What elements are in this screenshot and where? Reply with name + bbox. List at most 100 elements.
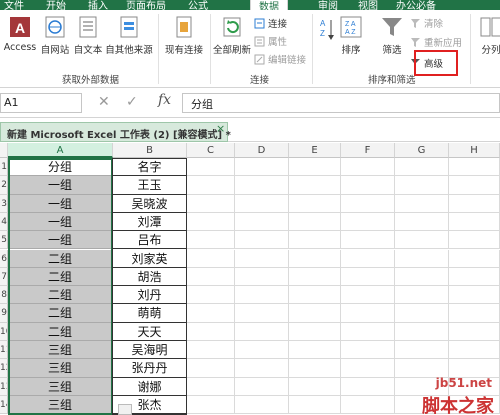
column-header-e[interactable]: E: [289, 143, 341, 158]
cell-b[interactable]: 天天: [113, 322, 187, 341]
tab-file[interactable]: 文件: [4, 0, 24, 10]
cell-a[interactable]: 三组: [8, 395, 113, 415]
row-header[interactable]: 7: [0, 267, 8, 287]
cancel-icon[interactable]: ✕: [98, 94, 110, 110]
cell-b[interactable]: 刘丹: [113, 286, 187, 305]
empty-cell[interactable]: [395, 322, 449, 341]
empty-cell[interactable]: [289, 359, 341, 378]
empty-cell[interactable]: [187, 304, 235, 323]
workbook-tab[interactable]: 新建 Microsoft Excel 工作表 (2) [兼容模式] *: [0, 122, 231, 142]
tab-review[interactable]: 审阅: [318, 0, 338, 10]
empty-cell[interactable]: [449, 194, 500, 213]
empty-cell[interactable]: [449, 176, 500, 195]
empty-cell[interactable]: [187, 377, 235, 396]
empty-cell[interactable]: [187, 176, 235, 195]
row-header[interactable]: 1: [0, 158, 8, 177]
empty-cell[interactable]: [235, 377, 289, 396]
refresh-all-button[interactable]: 全部刷新: [212, 14, 252, 56]
sort-az-button[interactable]: A Z: [318, 16, 336, 49]
empty-cell[interactable]: [289, 176, 341, 195]
row-header[interactable]: 8: [0, 286, 8, 305]
empty-cell[interactable]: [449, 249, 500, 268]
row-header[interactable]: 6: [0, 249, 8, 268]
empty-cell[interactable]: [187, 267, 235, 287]
empty-cell[interactable]: [289, 158, 341, 177]
empty-cell[interactable]: [395, 231, 449, 250]
row-header[interactable]: 2: [0, 176, 8, 195]
edit-links-button[interactable]: 编辑链接: [254, 52, 306, 66]
empty-cell[interactable]: [289, 341, 341, 360]
empty-cell[interactable]: [187, 395, 235, 415]
empty-cell[interactable]: [235, 267, 289, 287]
row-header[interactable]: 11: [0, 341, 8, 360]
column-header-g[interactable]: G: [395, 143, 449, 158]
properties-button[interactable]: 属性: [254, 34, 287, 48]
tab-office-tools[interactable]: 办公必备: [396, 0, 436, 10]
name-box[interactable]: A1: [0, 93, 82, 113]
empty-cell[interactable]: [187, 194, 235, 213]
row-header[interactable]: 12: [0, 359, 8, 378]
cell-b[interactable]: 胡浩: [113, 267, 187, 287]
cell-b[interactable]: 吴海明: [113, 341, 187, 360]
empty-cell[interactable]: [449, 341, 500, 360]
empty-cell[interactable]: [395, 158, 449, 177]
empty-cell[interactable]: [235, 304, 289, 323]
empty-cell[interactable]: [235, 286, 289, 305]
empty-cell[interactable]: [395, 249, 449, 268]
row-header[interactable]: 13: [0, 377, 8, 396]
tab-data[interactable]: 数据: [250, 0, 288, 10]
empty-cell[interactable]: [341, 212, 395, 232]
empty-cell[interactable]: [235, 231, 289, 250]
row-header[interactable]: 3: [0, 194, 8, 213]
empty-cell[interactable]: [341, 377, 395, 396]
empty-cell[interactable]: [449, 158, 500, 177]
column-header-b[interactable]: B: [113, 143, 187, 158]
empty-cell[interactable]: [235, 341, 289, 360]
row-header[interactable]: 9: [0, 304, 8, 323]
cell-a[interactable]: 一组: [8, 231, 113, 250]
empty-cell[interactable]: [341, 286, 395, 305]
cell-a[interactable]: 三组: [8, 359, 113, 378]
cell-b[interactable]: 萌萌: [113, 304, 187, 323]
empty-cell[interactable]: [449, 359, 500, 378]
empty-cell[interactable]: [341, 341, 395, 360]
cell-b[interactable]: 名字: [113, 158, 187, 177]
enter-icon[interactable]: ✓: [126, 94, 138, 110]
paste-options-icon[interactable]: [118, 404, 132, 415]
empty-cell[interactable]: [187, 286, 235, 305]
cell-a[interactable]: 二组: [8, 286, 113, 305]
empty-cell[interactable]: [289, 231, 341, 250]
cell-a[interactable]: 二组: [8, 267, 113, 287]
empty-cell[interactable]: [449, 304, 500, 323]
row-header[interactable]: 10: [0, 322, 8, 341]
empty-cell[interactable]: [289, 286, 341, 305]
row-header[interactable]: 14: [0, 395, 8, 415]
empty-cell[interactable]: [395, 212, 449, 232]
cell-a[interactable]: 一组: [8, 194, 113, 213]
filter-button[interactable]: 筛选: [378, 14, 406, 56]
empty-cell[interactable]: [187, 341, 235, 360]
formula-input[interactable]: 分组: [182, 93, 500, 113]
cell-a[interactable]: 一组: [8, 176, 113, 195]
empty-cell[interactable]: [289, 212, 341, 232]
empty-cell[interactable]: [235, 249, 289, 268]
clear-filter-button[interactable]: 清除: [410, 16, 443, 30]
empty-cell[interactable]: [187, 359, 235, 378]
empty-cell[interactable]: [395, 194, 449, 213]
from-other-sources-button[interactable]: 自其他来源: [104, 14, 154, 56]
column-header-d[interactable]: D: [235, 143, 289, 158]
cell-b[interactable]: 王玉: [113, 176, 187, 195]
tab-insert[interactable]: 插入: [88, 0, 108, 10]
empty-cell[interactable]: [187, 212, 235, 232]
empty-cell[interactable]: [289, 322, 341, 341]
connections-button[interactable]: 连接: [254, 16, 287, 30]
empty-cell[interactable]: [341, 322, 395, 341]
tab-view[interactable]: 视图: [358, 0, 378, 10]
empty-cell[interactable]: [235, 212, 289, 232]
empty-cell[interactable]: [235, 395, 289, 415]
empty-cell[interactable]: [235, 158, 289, 177]
tab-page-layout[interactable]: 页面布局: [126, 0, 166, 10]
cell-a[interactable]: 分组: [8, 158, 113, 177]
empty-cell[interactable]: [289, 194, 341, 213]
existing-connections-button[interactable]: 现有连接: [162, 14, 206, 56]
